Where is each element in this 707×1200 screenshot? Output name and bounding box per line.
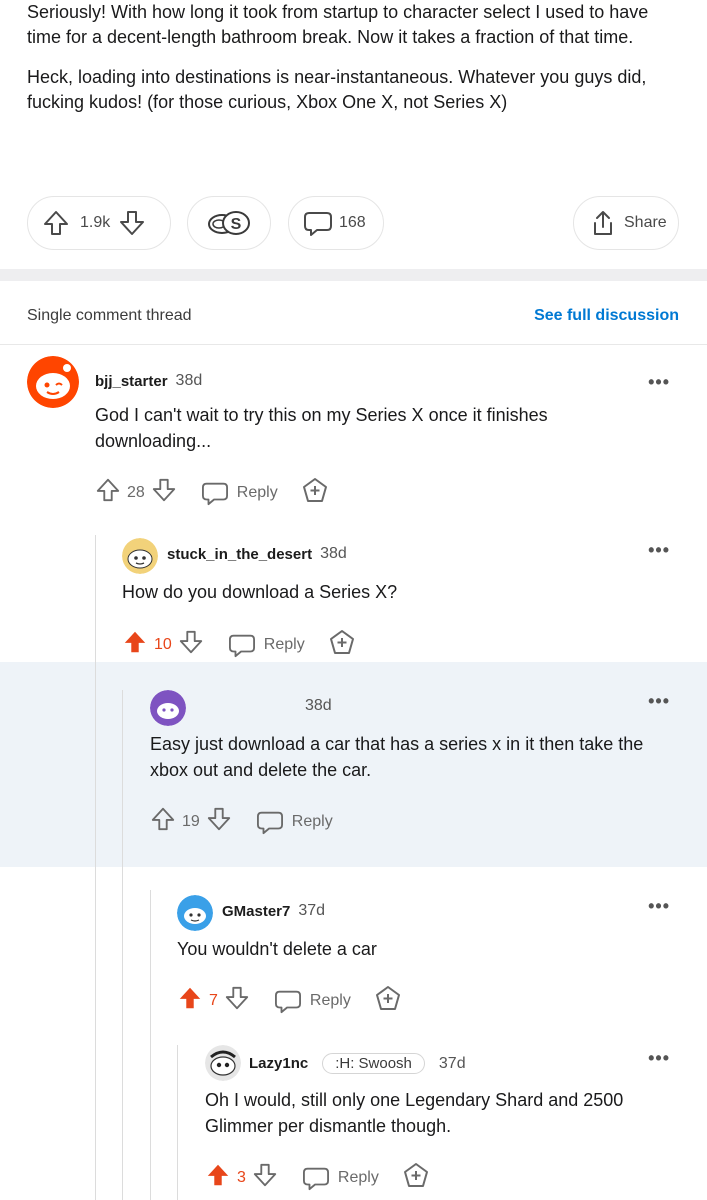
comment-count: 168 [339,214,366,231]
downvote-icon[interactable] [224,985,250,1016]
thread-line [122,690,123,1200]
more-options-icon[interactable]: ••• [648,896,670,917]
post-body: Seriously! With how long it took from st… [27,0,687,130]
comment-age: 38d [320,545,347,562]
thread-title: Single comment thread [27,307,192,324]
comment-header: Lazy1nc :H: Swoosh 37d [249,1053,466,1074]
reply-label: Reply [236,483,278,501]
award-icon[interactable] [329,629,355,660]
upvote-icon-active[interactable] [205,1162,231,1193]
reply-button[interactable]: Reply [302,1165,379,1191]
thread-line [150,890,151,1200]
post-vote-count: 1.9k [80,214,111,231]
comment-text: How do you download a Series X? [122,582,398,602]
upvote-icon[interactable] [95,477,121,508]
username[interactable]: bjj_starter [95,373,168,390]
post-action-bar: 1.9k S 168 Share [0,196,707,252]
reply-label: Reply [263,635,305,653]
downvote-icon[interactable] [206,806,232,837]
upvote-icon[interactable] [42,209,70,237]
award-button[interactable]: S [187,196,271,250]
user-flair: :H: Swoosh [322,1053,425,1074]
reply-label: Reply [309,991,351,1009]
reply-button[interactable]: Reply [256,809,333,835]
comment-actions: 10 Reply [122,629,355,660]
comment-text: You wouldn't delete a car [177,939,377,959]
comment-age: 37d [298,902,326,919]
username[interactable]: Lazy1nc [249,1055,308,1072]
post-vote-pill: 1.9k [27,196,171,250]
award-icon[interactable] [375,985,401,1016]
comment-actions: 7 Reply [177,985,401,1016]
downvote-icon[interactable] [252,1162,278,1193]
comment-actions: 19 Reply [150,806,333,837]
share-label: Share [624,214,667,231]
reply-bubble-icon [256,811,283,834]
see-full-discussion-link[interactable]: See full discussion [534,307,679,325]
reply-bubble-icon [274,990,301,1013]
comment-header: bjj_starter 38d [95,372,202,390]
comment-score: 7 [209,991,218,1009]
award-icon[interactable] [302,477,328,508]
comment-actions: 3 Reply [205,1162,429,1193]
upvote-icon-active[interactable] [177,985,203,1016]
comment-score: 19 [182,812,200,830]
reply-button[interactable]: Reply [228,632,305,658]
comment-header: GMaster7 37d [222,902,325,920]
share-button[interactable]: Share [573,196,679,250]
coins-award-icon: S [202,209,256,237]
comment-age: 38d [175,372,203,389]
comment-text: God I can't wait to try this on my Serie… [95,405,548,451]
reply-bubble-icon [201,482,228,505]
more-options-icon[interactable]: ••• [648,1048,670,1069]
comments-button[interactable]: 168 [288,196,384,250]
comment-score: 28 [127,483,145,501]
comment-bubble-icon [303,209,333,237]
thread-line [177,1045,178,1200]
avatar[interactable] [177,895,213,931]
thread-divider [0,344,707,345]
comment-score: 3 [237,1168,246,1186]
post-paragraph: Heck, loading into destinations is near-… [27,67,647,112]
downvote-icon[interactable] [118,209,146,237]
award-icon[interactable] [403,1162,429,1193]
avatar[interactable] [150,690,186,726]
comment-header: stuck_in_the_desert 38d [167,545,347,563]
comment-header: 38d [305,697,332,715]
username[interactable]: stuck_in_the_desert [167,546,312,563]
svg-text:S: S [231,216,242,233]
comment-age: 38d [305,697,332,714]
comment-score: 10 [154,635,172,653]
downvote-icon[interactable] [151,477,177,508]
reply-button[interactable]: Reply [201,480,278,506]
comment-text: Easy just download a car that has a seri… [150,734,644,780]
reply-button[interactable]: Reply [274,988,351,1014]
section-divider [0,269,707,281]
avatar[interactable] [205,1045,241,1081]
share-icon [590,209,616,237]
avatar[interactable] [122,538,158,574]
reply-bubble-icon [228,634,255,657]
upvote-icon[interactable] [150,806,176,837]
username[interactable]: GMaster7 [222,903,290,920]
more-options-icon[interactable]: ••• [648,372,670,393]
more-options-icon[interactable]: ••• [648,691,670,712]
thread-header: Single comment thread See full discussio… [27,296,679,336]
comment-age: 37d [438,1054,466,1072]
upvote-icon-active[interactable] [122,629,148,660]
reply-bubble-icon [302,1167,329,1190]
reply-label: Reply [291,812,333,830]
comment-actions: 28 Reply [95,477,328,508]
thread-line [95,535,96,1200]
more-options-icon[interactable]: ••• [648,540,670,561]
post-paragraph: Seriously! With how long it took from st… [27,2,649,47]
comment-text: Oh I would, still only one Legendary Sha… [205,1090,624,1136]
reply-label: Reply [337,1168,379,1186]
avatar[interactable] [27,356,79,408]
downvote-icon[interactable] [178,629,204,660]
